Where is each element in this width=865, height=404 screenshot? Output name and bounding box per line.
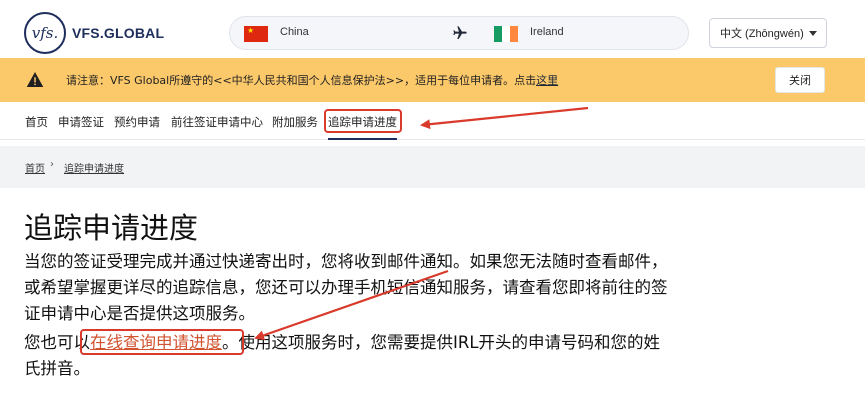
nav-item-apply-visa[interactable]: 申请签证 — [58, 114, 104, 130]
privacy-notice-bar: 请注意：VFS Global所遵守的<<中华人民共和国个人信息保护法>>，适用于… — [0, 58, 865, 102]
nav-item-visit-centre[interactable]: 前往签证申请中心 — [171, 114, 263, 130]
notice-here-link[interactable]: 这里 — [536, 74, 558, 87]
warning-icon — [26, 72, 44, 87]
site-header: vfs. VFS.GLOBAL ★ China Ireland 中文 (Zhōn… — [0, 0, 865, 66]
route-from-country: China — [280, 26, 309, 38]
page-title: 追踪申请进度 — [24, 211, 199, 245]
flag-ireland-icon — [494, 26, 518, 42]
breadcrumb-current[interactable]: 追踪申请进度 — [64, 160, 124, 175]
notice-message: 请注意：VFS Global所遵守的<<中华人民共和国个人信息保护法>>，适用于… — [66, 74, 537, 87]
route-to-country: Ireland — [530, 26, 564, 38]
breadcrumb-separator: › — [50, 159, 54, 170]
route-selector[interactable]: ★ China Ireland — [229, 16, 689, 50]
language-value: 中文 (Zhōngwén) — [720, 28, 804, 40]
vfs-logo-icon[interactable]: vfs. — [24, 12, 66, 54]
annotation-box-link — [80, 329, 244, 355]
intro-paragraph: 当您的签证受理完成并通过快递寄出时，您将收到邮件通知。如果您无法随时查看邮件，或… — [24, 252, 668, 323]
chevron-down-icon — [809, 31, 817, 36]
notice-close-button[interactable]: 关闭 — [775, 67, 825, 93]
notice-text: 请注意：VFS Global所遵守的<<中华人民共和国个人信息保护法>>，适用于… — [66, 72, 558, 88]
plane-icon — [453, 26, 467, 39]
logo-text[interactable]: VFS.GLOBAL — [72, 25, 164, 41]
breadcrumb-home-link[interactable]: 首页 — [25, 160, 45, 175]
annotation-box-nav — [324, 109, 402, 133]
logo-mark: vfs. — [31, 24, 59, 42]
nav-item-book-appointment[interactable]: 预约申请 — [114, 114, 160, 130]
nav-item-home[interactable]: 首页 — [25, 114, 48, 130]
main-nav: 首页 申请签证 预约申请 前往签证申请中心 附加服务 追踪申请进度 — [0, 102, 865, 140]
language-select[interactable]: 中文 (Zhōngwén) — [709, 18, 827, 48]
breadcrumb: 首页 › 追踪申请进度 — [0, 146, 865, 188]
flag-china-icon: ★ — [244, 26, 268, 42]
nav-item-additional-services[interactable]: 附加服务 — [272, 114, 318, 130]
